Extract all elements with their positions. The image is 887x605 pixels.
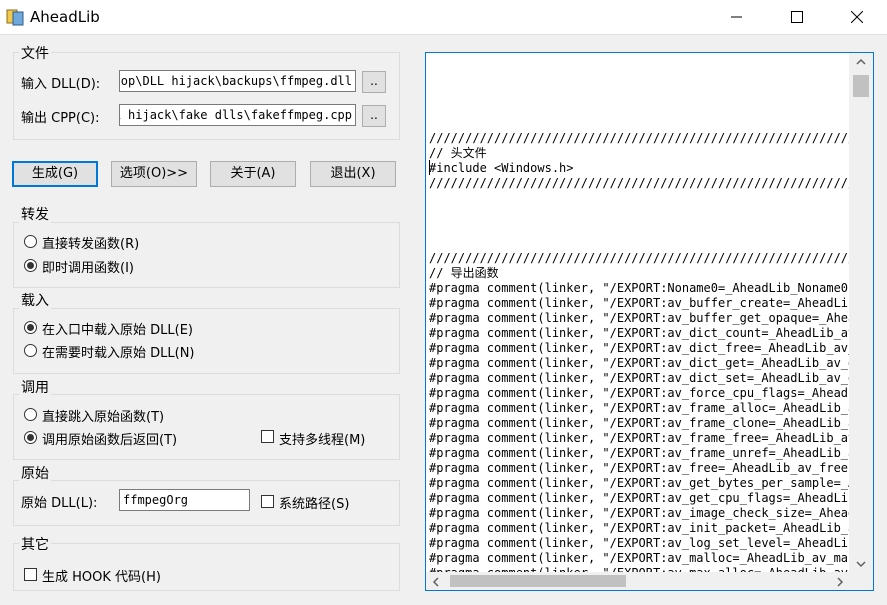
- gen-hook-checkbox[interactable]: [24, 568, 37, 581]
- code-editor[interactable]: ////////////////////////////////////////…: [425, 52, 874, 591]
- call-return-radio[interactable]: [24, 431, 37, 444]
- code-line: #pragma comment(linker, "/EXPORT:av_forc…: [429, 386, 849, 400]
- code-line: #pragma comment(linker, "/EXPORT:av_dict…: [429, 371, 849, 385]
- code-line: #pragma comment(linker, "/EXPORT:av_dict…: [429, 326, 849, 340]
- call-return-label: 调用原始函数后返回(T): [42, 433, 178, 448]
- vertical-scrollbar[interactable]: [849, 53, 873, 573]
- code-line: #pragma comment(linker, "/EXPORT:av_dict…: [429, 341, 849, 355]
- code-line: #include <Windows.h>: [429, 161, 574, 175]
- call-jump-radio[interactable]: [24, 408, 37, 421]
- code-line: #pragma comment(linker, "/EXPORT:av_fram…: [429, 416, 849, 430]
- system-path-checkbox[interactable]: [261, 495, 274, 508]
- multithread-label: 支持多线程(M): [279, 433, 366, 448]
- output-cpp-field[interactable]: C:\Users\admin\Desktop\DLL hijack\fake d…: [119, 104, 356, 126]
- window-title: AheadLib: [30, 8, 100, 26]
- generate-button[interactable]: 生成(G): [12, 161, 98, 187]
- load-group-title: 载入: [19, 290, 51, 310]
- code-line: #pragma comment(linker, "/EXPORT:av_buff…: [429, 296, 849, 310]
- forward-group: [13, 222, 400, 288]
- load-demand-radio[interactable]: [24, 344, 37, 357]
- browse-output-button[interactable]: ..: [362, 105, 386, 127]
- scroll-down-arrow-icon[interactable]: [856, 560, 866, 568]
- code-line: #pragma comment(linker, "/EXPORT:av_mall…: [429, 551, 849, 565]
- code-line: ////////////////////////////////////////…: [429, 176, 849, 190]
- close-button[interactable]: [827, 0, 887, 34]
- code-line: #pragma comment(linker, "/EXPORT:av_dict…: [429, 356, 849, 370]
- other-group-title: 其它: [19, 534, 51, 554]
- code-line: #pragma comment(linker, "/EXPORT:av_log_…: [429, 536, 849, 550]
- horizontal-scrollbar[interactable]: [426, 572, 850, 590]
- code-line: #pragma comment(linker, "/EXPORT:av_fram…: [429, 446, 849, 460]
- input-dll-label: 输入 DLL(D):: [21, 77, 101, 92]
- load-group: [13, 308, 400, 374]
- original-dll-field[interactable]: ffmpegOrg: [119, 489, 250, 511]
- text-caret: [429, 160, 430, 175]
- maximize-button[interactable]: [767, 0, 827, 34]
- minimize-button[interactable]: [707, 0, 767, 34]
- scroll-corner: [849, 572, 873, 590]
- gen-hook-label: 生成 HOOK 代码(H): [42, 570, 161, 585]
- forward-immediate-radio[interactable]: [24, 259, 37, 272]
- files-group: [13, 52, 400, 140]
- app-icon: [6, 9, 24, 26]
- code-line: ////////////////////////////////////////…: [429, 131, 849, 145]
- code-line: #pragma comment(linker, "/EXPORT:av_fram…: [429, 401, 849, 415]
- multithread-checkbox[interactable]: [261, 430, 274, 443]
- original-dll-label: 原始 DLL(L):: [21, 496, 98, 511]
- options-button[interactable]: 选项(O)>>: [111, 161, 197, 187]
- code-line: #pragma comment(linker, "/EXPORT:Noname0…: [429, 281, 849, 295]
- code-line: #pragma comment(linker, "/EXPORT:av_get_…: [429, 491, 849, 505]
- horizontal-scroll-thumb[interactable]: [450, 575, 626, 587]
- exit-button[interactable]: 退出(X): [310, 161, 396, 187]
- call-group: [13, 394, 400, 460]
- forward-direct-radio[interactable]: [24, 235, 37, 248]
- minimize-icon: [731, 16, 742, 18]
- forward-group-title: 转发: [19, 204, 51, 224]
- scroll-up-arrow-icon[interactable]: [856, 58, 866, 66]
- load-entry-label: 在入口中载入原始 DLL(E): [42, 323, 193, 338]
- code-line: ////////////////////////////////////////…: [429, 251, 849, 265]
- code-line: // 头文件: [429, 146, 487, 160]
- load-entry-radio[interactable]: [24, 321, 37, 334]
- code-line: #pragma comment(linker, "/EXPORT:av_imag…: [429, 506, 849, 520]
- code-line: #pragma comment(linker, "/EXPORT:av_fram…: [429, 431, 849, 445]
- scroll-left-arrow-icon[interactable]: [432, 577, 440, 587]
- vertical-scroll-thumb[interactable]: [853, 75, 869, 97]
- call-jump-label: 直接跳入原始函数(T): [42, 410, 165, 425]
- files-group-title: 文件: [19, 43, 51, 63]
- about-button[interactable]: 关于(A): [210, 161, 296, 187]
- forward-direct-label: 直接转发函数(R): [42, 237, 140, 252]
- output-cpp-label: 输出 CPP(C):: [21, 111, 100, 126]
- title-bar: AheadLib: [0, 0, 887, 35]
- code-line: #pragma comment(linker, "/EXPORT:av_get_…: [429, 476, 849, 490]
- forward-immediate-label: 即时调用函数(I): [42, 261, 134, 276]
- system-path-label: 系统路径(S): [279, 497, 350, 512]
- original-group-title: 原始: [19, 463, 51, 483]
- close-icon: [851, 11, 863, 23]
- browse-input-button[interactable]: ..: [362, 71, 386, 93]
- code-line: #pragma comment(linker, "/EXPORT:av_free…: [429, 461, 849, 475]
- code-text[interactable]: ////////////////////////////////////////…: [429, 101, 849, 573]
- code-line: // 导出函数: [429, 266, 499, 280]
- scroll-right-arrow-icon[interactable]: [836, 577, 844, 587]
- input-dll-field[interactable]: C:\Users\admin\Desktop\DLL hijack\backup…: [119, 70, 356, 92]
- call-group-title: 调用: [19, 377, 51, 397]
- load-demand-label: 在需要时载入原始 DLL(N): [42, 346, 195, 361]
- code-line: #pragma comment(linker, "/EXPORT:av_buff…: [429, 311, 849, 325]
- maximize-icon: [791, 11, 803, 23]
- code-line: #pragma comment(linker, "/EXPORT:av_init…: [429, 521, 849, 535]
